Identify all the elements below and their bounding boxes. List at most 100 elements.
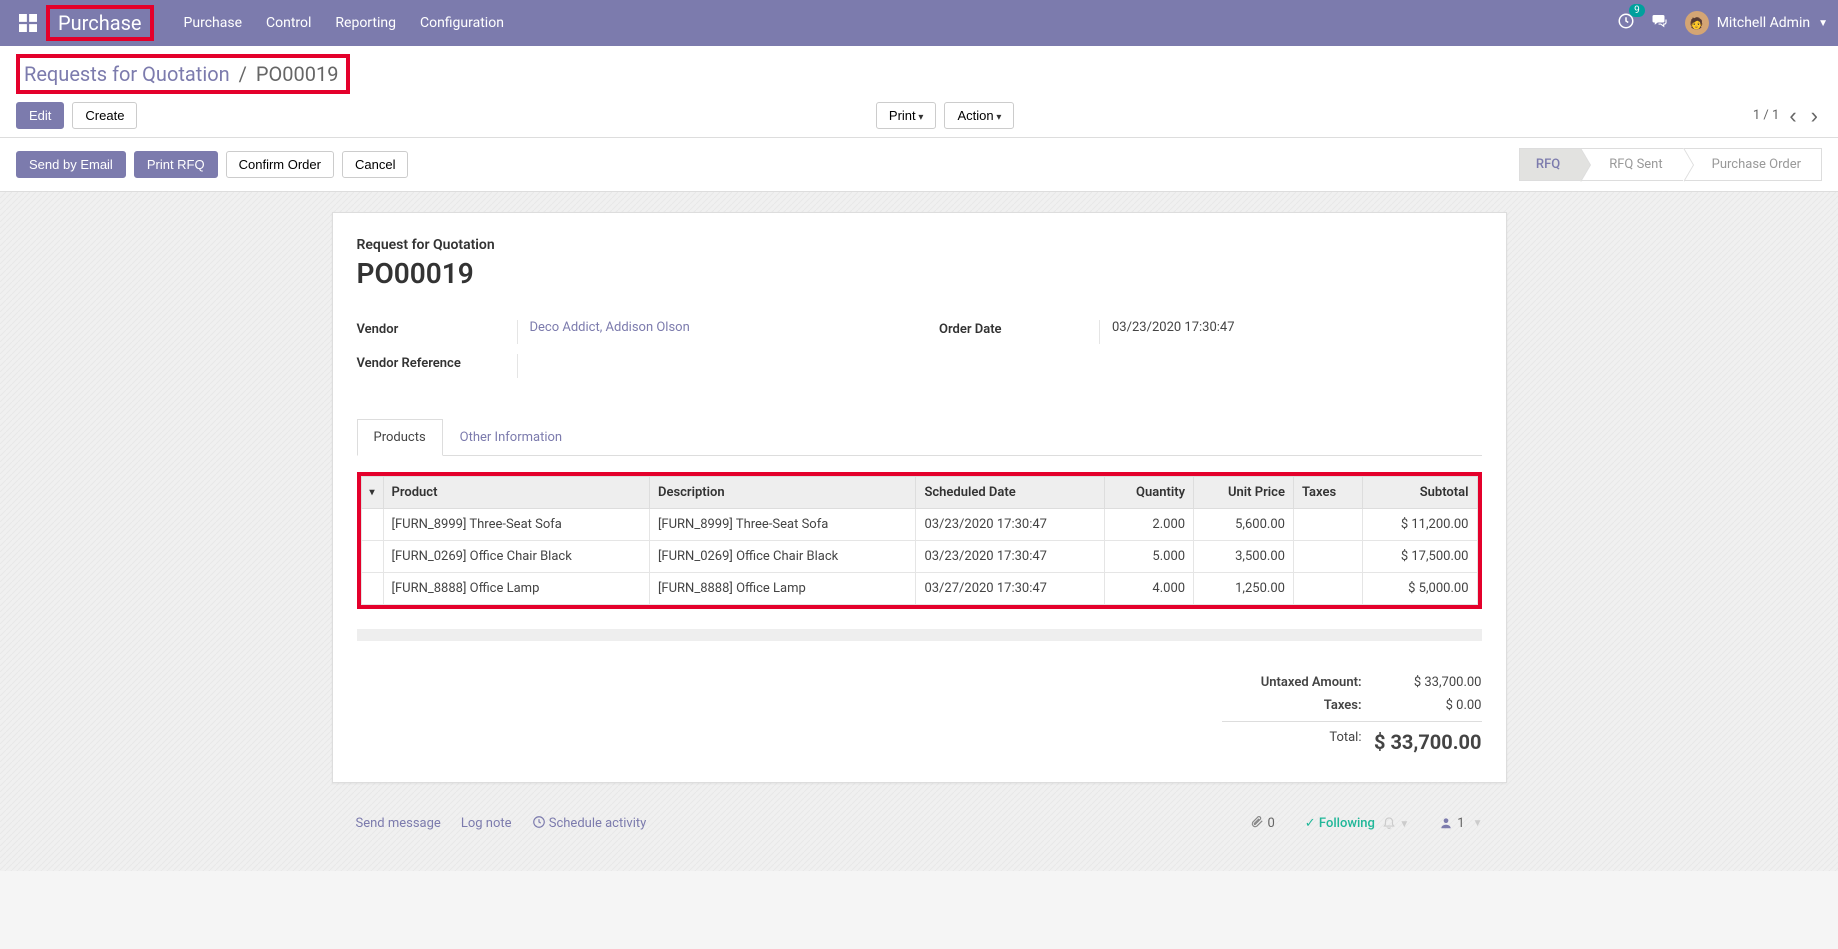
action-dropdown[interactable]: Action — [944, 102, 1014, 129]
order-date-value: 03/23/2020 17:30:47 — [1112, 320, 1482, 335]
col-expand-icon[interactable]: ▾ — [361, 477, 383, 509]
cell-description: [FURN_8999] Three-Seat Sofa — [649, 509, 915, 541]
apps-icon[interactable] — [10, 14, 46, 32]
followers-count[interactable]: 1 ▼ — [1439, 816, 1482, 831]
activity-icon[interactable]: 9 — [1617, 12, 1635, 34]
tabs: Products Other Information — [357, 418, 1482, 456]
breadcrumb-separator: / — [239, 62, 247, 86]
avatar: 🧑 — [1685, 11, 1709, 35]
attachments-count[interactable]: 0 — [1250, 815, 1275, 831]
row-handle — [361, 573, 383, 605]
user-menu[interactable]: 🧑 Mitchell Admin ▼ — [1685, 11, 1828, 35]
content-area: Request for Quotation PO00019 Vendor Dec… — [0, 192, 1838, 871]
cell-product: [FURN_8888] Office Lamp — [383, 573, 649, 605]
top-nav: Purchase Purchase Control Reporting Conf… — [0, 0, 1838, 46]
activity-count: 9 — [1629, 4, 1645, 17]
cell-subtotal: $ 11,200.00 — [1363, 509, 1477, 541]
cell-scheduled-date: 03/23/2020 17:30:47 — [916, 509, 1104, 541]
print-dropdown[interactable]: Print — [876, 102, 937, 129]
following-button[interactable]: ✓ Following ▼ — [1305, 815, 1409, 831]
tab-other-information[interactable]: Other Information — [443, 419, 579, 456]
col-quantity: Quantity — [1104, 477, 1193, 509]
nav-menu-configuration[interactable]: Configuration — [420, 15, 504, 31]
control-panel: Requests for Quotation / PO00019 Edit Cr… — [0, 46, 1838, 138]
untaxed-label: Untaxed Amount: — [1222, 675, 1362, 690]
table-row[interactable]: [FURN_8888] Office Lamp [FURN_8888] Offi… — [361, 573, 1477, 605]
order-lines-table: ▾ Product Description Scheduled Date Qua… — [361, 476, 1478, 605]
person-icon — [1439, 816, 1453, 830]
cancel-button[interactable]: Cancel — [342, 151, 408, 178]
cell-taxes — [1293, 573, 1362, 605]
confirm-order-button[interactable]: Confirm Order — [226, 151, 334, 178]
cell-scheduled-date: 03/27/2020 17:30:47 — [916, 573, 1104, 605]
form-sheet: Request for Quotation PO00019 Vendor Dec… — [332, 212, 1507, 783]
col-product: Product — [383, 477, 649, 509]
cell-description: [FURN_8888] Office Lamp — [649, 573, 915, 605]
breadcrumb-current: PO00019 — [256, 62, 339, 86]
chevron-down-icon: ▼ — [1473, 818, 1483, 829]
totals: Untaxed Amount: $ 33,700.00 Taxes: $ 0.0… — [357, 671, 1482, 758]
cell-quantity: 5.000 — [1104, 541, 1193, 573]
brand-highlight: Purchase — [46, 5, 154, 41]
cell-unit-price: 5,600.00 — [1194, 509, 1294, 541]
print-rfq-button[interactable]: Print RFQ — [134, 151, 218, 178]
col-taxes: Taxes — [1293, 477, 1362, 509]
taxes-label: Taxes: — [1222, 698, 1362, 713]
cell-taxes — [1293, 509, 1362, 541]
cell-scheduled-date: 03/23/2020 17:30:47 — [916, 541, 1104, 573]
chevron-down-icon: ▼ — [1818, 18, 1828, 29]
pager-next-button[interactable]: › — [1807, 105, 1822, 127]
cell-product: [FURN_8999] Three-Seat Sofa — [383, 509, 649, 541]
cell-taxes — [1293, 541, 1362, 573]
vendor-value[interactable]: Deco Addict, Addison Olson — [530, 320, 900, 335]
taxes-value: $ 0.00 — [1362, 698, 1482, 713]
breadcrumb-highlight: Requests for Quotation / PO00019 — [16, 54, 350, 94]
vendor-label: Vendor — [357, 320, 517, 337]
send-message-link[interactable]: Send message — [356, 816, 441, 831]
statusbar-rfq-sent[interactable]: RFQ Sent — [1580, 148, 1682, 181]
send-by-email-button[interactable]: Send by Email — [16, 151, 126, 178]
form-subtitle: Request for Quotation — [357, 237, 1482, 253]
order-lines-highlight: ▾ Product Description Scheduled Date Qua… — [357, 472, 1482, 609]
col-description: Description — [649, 477, 915, 509]
cell-description: [FURN_0269] Office Chair Black — [649, 541, 915, 573]
schedule-activity-link[interactable]: Schedule activity — [532, 815, 647, 831]
cell-subtotal: $ 5,000.00 — [1363, 573, 1477, 605]
total-value: $ 33,700.00 — [1362, 730, 1482, 754]
nav-menu-purchase[interactable]: Purchase — [184, 15, 242, 31]
pager-prev-button[interactable]: ‹ — [1785, 105, 1800, 127]
status-row: Send by Email Print RFQ Confirm Order Ca… — [0, 138, 1838, 192]
statusbar-purchase-order[interactable]: Purchase Order — [1683, 148, 1822, 181]
breadcrumb-parent[interactable]: Requests for Quotation — [24, 62, 230, 86]
table-row[interactable]: [FURN_8999] Three-Seat Sofa [FURN_8999] … — [361, 509, 1477, 541]
form-title: PO00019 — [357, 257, 1482, 290]
col-subtotal: Subtotal — [1363, 477, 1477, 509]
log-note-link[interactable]: Log note — [461, 816, 512, 831]
statusbar-rfq[interactable]: RFQ — [1519, 148, 1580, 181]
tab-products[interactable]: Products — [357, 419, 443, 456]
row-handle — [361, 509, 383, 541]
chatter: Send message Log note Schedule activity … — [332, 803, 1507, 871]
row-handle — [361, 541, 383, 573]
cell-unit-price: 1,250.00 — [1194, 573, 1294, 605]
table-row[interactable]: [FURN_0269] Office Chair Black [FURN_026… — [361, 541, 1477, 573]
total-label: Total: — [1222, 730, 1362, 754]
user-name: Mitchell Admin — [1717, 15, 1810, 31]
discuss-icon[interactable] — [1651, 12, 1669, 34]
brand[interactable]: Purchase — [58, 11, 142, 35]
chevron-down-icon: ▼ — [1399, 819, 1409, 830]
col-scheduled-date: Scheduled Date — [916, 477, 1104, 509]
scrollbar-handle[interactable] — [357, 629, 1482, 641]
order-date-label: Order Date — [939, 320, 1099, 337]
nav-menu-control[interactable]: Control — [266, 15, 311, 31]
untaxed-value: $ 33,700.00 — [1362, 675, 1482, 690]
pager-text: 1 / 1 — [1753, 108, 1779, 123]
nav-menu-reporting[interactable]: Reporting — [335, 15, 396, 31]
cell-quantity: 2.000 — [1104, 509, 1193, 541]
cell-subtotal: $ 17,500.00 — [1363, 541, 1477, 573]
nav-menu: Purchase Control Reporting Configuration — [184, 15, 1617, 31]
col-unit-price: Unit Price — [1194, 477, 1294, 509]
create-button[interactable]: Create — [72, 102, 137, 129]
edit-button[interactable]: Edit — [16, 102, 64, 129]
nav-right: 9 🧑 Mitchell Admin ▼ — [1617, 11, 1828, 35]
